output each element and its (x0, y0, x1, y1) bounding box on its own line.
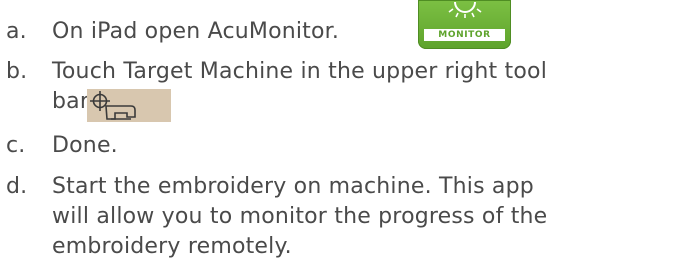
monitor-badge: MONITOR (424, 29, 505, 41)
step-marker: c. (6, 133, 26, 158)
step-marker: b. (6, 59, 28, 84)
step-text: Start the embroidery on machine. This ap… (52, 172, 547, 262)
step-marker: a. (6, 19, 27, 44)
step-line: Done. (52, 133, 118, 158)
step-text: Done. (52, 131, 118, 161)
step-line: will allow you to monitor the progress o… (52, 204, 548, 229)
sun-rays-icon (448, 1, 482, 18)
step-line: Start the embroidery on machine. This ap… (52, 174, 534, 199)
crosshair-machine-icon (90, 91, 136, 120)
step-line: Touch Target Machine in the upper right … (52, 59, 548, 84)
acumonitor-app-icon[interactable]: MONITOR (418, 0, 511, 49)
step-line: embroidery remotely. (52, 234, 292, 259)
step-text: On iPad open AcuMonitor. (52, 17, 339, 47)
step-marker: d. (6, 174, 28, 199)
target-machine-icon[interactable] (87, 89, 171, 122)
step-line: On iPad open AcuMonitor. (52, 19, 340, 44)
